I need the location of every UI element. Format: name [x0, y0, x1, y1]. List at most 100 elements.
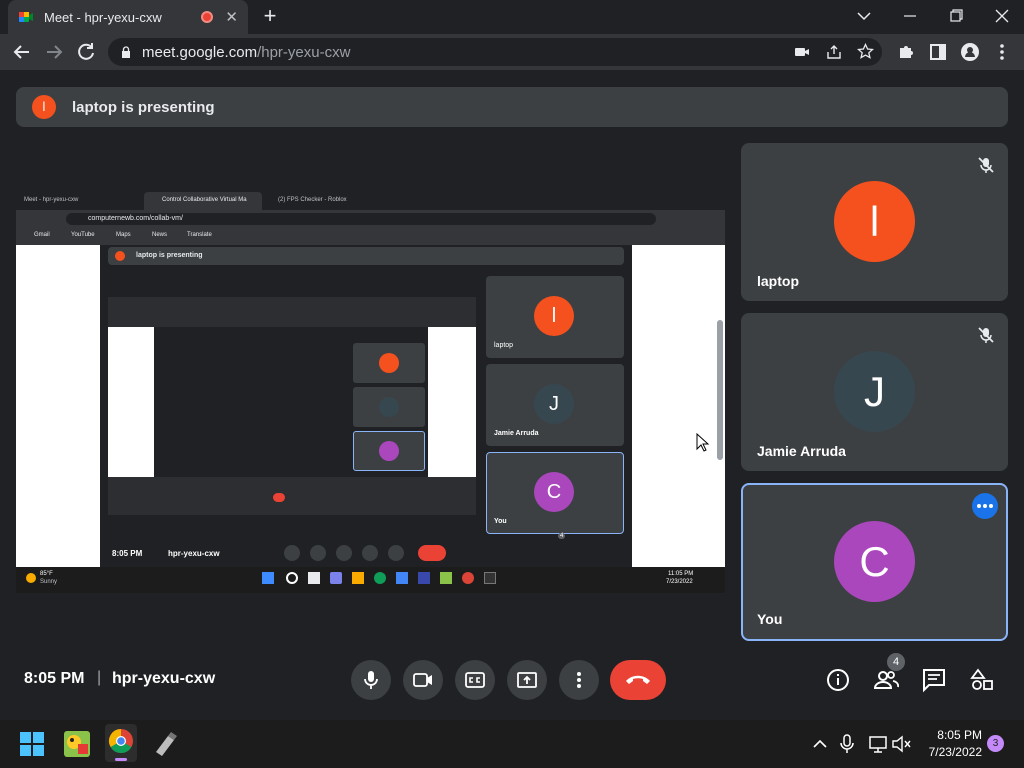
shared-url: computernewb.com/collab-vm/: [88, 215, 183, 222]
address-bar[interactable]: meet.google.com/hpr-yexu-cxw: [108, 38, 882, 66]
tray-microphone-icon[interactable]: [833, 730, 861, 758]
shared-people-count: 4: [558, 533, 566, 539]
participant-tile-jamie[interactable]: J Jamie Arruda: [741, 313, 1008, 471]
extensions-puzzle-icon[interactable]: [894, 40, 918, 64]
reload-icon[interactable]: [74, 40, 98, 64]
shared-more-button: [388, 545, 404, 561]
tray-volume-muted-icon[interactable]: [888, 730, 916, 758]
forward-arrow-icon[interactable]: [42, 40, 66, 64]
more-options-button[interactable]: [559, 660, 599, 700]
shared-terminal-icon: [484, 572, 496, 584]
activities-shapes-icon: [970, 668, 993, 690]
notification-count-badge[interactable]: 3: [987, 735, 1004, 752]
shared-search-icon: [286, 572, 298, 584]
recursive-screen-mirror: [108, 297, 476, 515]
chat-button[interactable]: [921, 667, 947, 693]
mirror-end-call: [273, 493, 285, 502]
bookmark-maps: Maps: [116, 232, 131, 238]
bookmark-youtube: YouTube: [71, 232, 95, 238]
tile-more-options-button[interactable]: [972, 493, 998, 519]
shared-app-icon: [440, 572, 452, 584]
presenting-banner: l laptop is presenting: [16, 87, 1008, 127]
more-vertical-icon: [577, 672, 581, 688]
back-arrow-icon[interactable]: [10, 40, 34, 64]
presenting-text: laptop is presenting: [72, 98, 215, 116]
shared-tab-2: Control Collaborative Virtual Ma: [162, 197, 247, 203]
chrome-taskbar-button[interactable]: [105, 724, 137, 762]
participant-tile-you[interactable]: C You: [741, 483, 1008, 641]
mouse-cursor-icon: [696, 433, 710, 452]
shared-tile-avatar: J: [534, 384, 574, 424]
participant-tile-laptop[interactable]: l laptop: [741, 143, 1008, 301]
share-icon[interactable]: [826, 44, 842, 60]
browser-menu-icon[interactable]: [990, 40, 1014, 64]
shared-scrollbar: [717, 320, 723, 460]
shared-screen: Meet - hpr-yexu-cxw Control Collaborativ…: [16, 190, 725, 593]
taskbar-clock[interactable]: 8:05 PM: [926, 728, 982, 742]
windows-taskbar: [0, 720, 1024, 768]
camera-icon: [413, 673, 432, 687]
leave-call-button[interactable]: [610, 660, 666, 700]
shared-taskview-icon: [308, 572, 320, 584]
url-host: meet.google.com: [142, 43, 258, 61]
chrome-icon: [108, 729, 133, 754]
microphone-button[interactable]: [351, 660, 391, 700]
minimize-icon[interactable]: [890, 4, 930, 28]
camera-permission-icon[interactable]: [794, 44, 810, 60]
tab-strip: Meet - hpr-yexu-cxw ✕ +: [0, 0, 1024, 34]
shared-tray-date: 7/23/2022: [666, 579, 693, 585]
present-now-button[interactable]: [507, 660, 547, 700]
tab-close-icon[interactable]: ✕: [225, 8, 238, 26]
shared-weather-desc: Sunny: [40, 579, 58, 585]
shared-weather-temp: 85°F: [40, 571, 53, 577]
bookmark-star-icon[interactable]: [857, 43, 874, 60]
new-tab-button[interactable]: +: [258, 4, 282, 30]
shared-camera-button: [310, 545, 326, 561]
camera-button[interactable]: [403, 660, 443, 700]
participant-avatar: C: [834, 521, 915, 602]
chat-icon: [923, 669, 945, 693]
shared-tile-name: laptop: [494, 342, 514, 349]
bookmark-news: News: [152, 232, 168, 238]
shared-mic-button: [284, 545, 300, 561]
game-app-icon[interactable]: [63, 730, 91, 758]
taskbar-date[interactable]: 7/23/2022: [922, 745, 982, 759]
more-horizontal-icon: [977, 504, 993, 508]
shared-end-call-button: [418, 545, 446, 561]
windows-start-icon[interactable]: [18, 730, 46, 758]
close-window-icon[interactable]: [982, 4, 1022, 28]
shared-tile-name: Jamie Arruda: [494, 430, 539, 437]
shared-tile-you: C You: [486, 452, 624, 534]
hang-up-icon: [626, 675, 650, 684]
activities-button[interactable]: [969, 667, 995, 693]
restore-icon[interactable]: [936, 4, 976, 28]
tab-meet[interactable]: Meet - hpr-yexu-cxw ✕: [8, 0, 248, 34]
tray-chevron-up-icon[interactable]: [806, 730, 834, 758]
browser-toolbar: meet.google.com/hpr-yexu-cxw: [0, 34, 1024, 70]
usb-drive-icon[interactable]: [150, 730, 178, 758]
shared-banner-text: laptop is presenting: [136, 252, 203, 259]
shared-time: 8:05 PM: [112, 549, 143, 558]
tab-search-chevron-icon[interactable]: [844, 4, 884, 28]
profile-avatar-icon[interactable]: [958, 40, 982, 64]
captions-icon: [465, 672, 485, 688]
shared-tile-avatar: l: [534, 296, 574, 336]
participant-name: laptop: [757, 273, 799, 289]
shared-code: hpr-yexu-cxw: [168, 549, 220, 558]
meeting-code: hpr-yexu-cxw: [112, 670, 216, 687]
url-path: /hpr-yexu-cxw: [257, 43, 351, 61]
shared-captions-button: [336, 545, 352, 561]
shared-teams-icon: [330, 572, 342, 584]
shared-tab-strip: Meet - hpr-yexu-cxw Control Collaborativ…: [16, 190, 725, 210]
shared-taskbar: 85°F Sunny 11:05 PM 7/23/2022: [16, 567, 725, 593]
captions-button[interactable]: [455, 660, 495, 700]
meeting-details-button[interactable]: [825, 667, 851, 693]
shared-toolbar: computernewb.com/collab-vm/ Gmail YouTub…: [16, 210, 725, 245]
shared-tray-time: 11:05 PM: [668, 571, 694, 577]
shared-store-icon: [396, 572, 408, 584]
shared-tab-1: Meet - hpr-yexu-cxw: [24, 197, 79, 203]
shared-chrome-icon: [462, 572, 474, 584]
mirror-avatar-j: [379, 397, 399, 417]
participant-avatar: J: [834, 351, 915, 432]
side-panel-icon[interactable]: [926, 40, 950, 64]
